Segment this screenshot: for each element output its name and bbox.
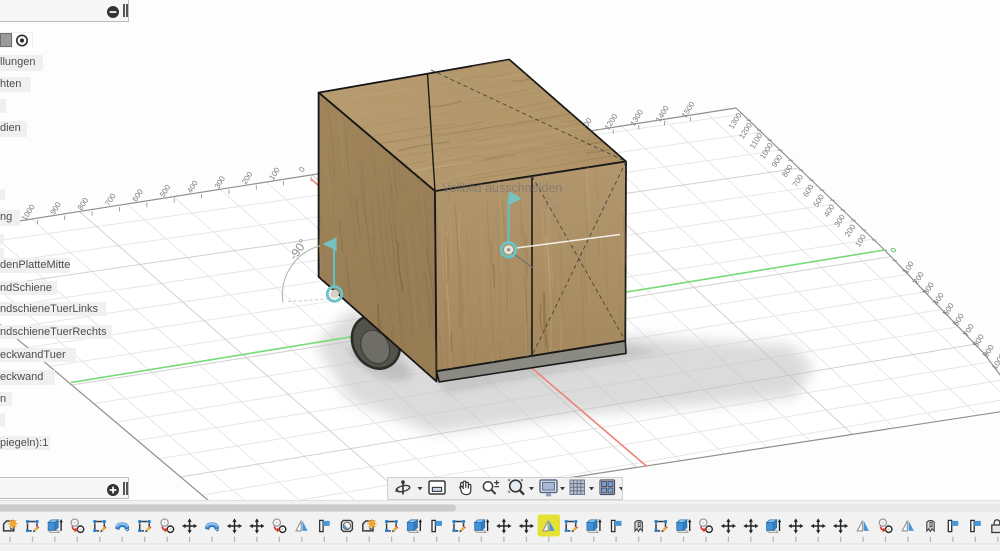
- svg-text:Vollbild ausschneiden: Vollbild ausschneiden: [442, 181, 562, 195]
